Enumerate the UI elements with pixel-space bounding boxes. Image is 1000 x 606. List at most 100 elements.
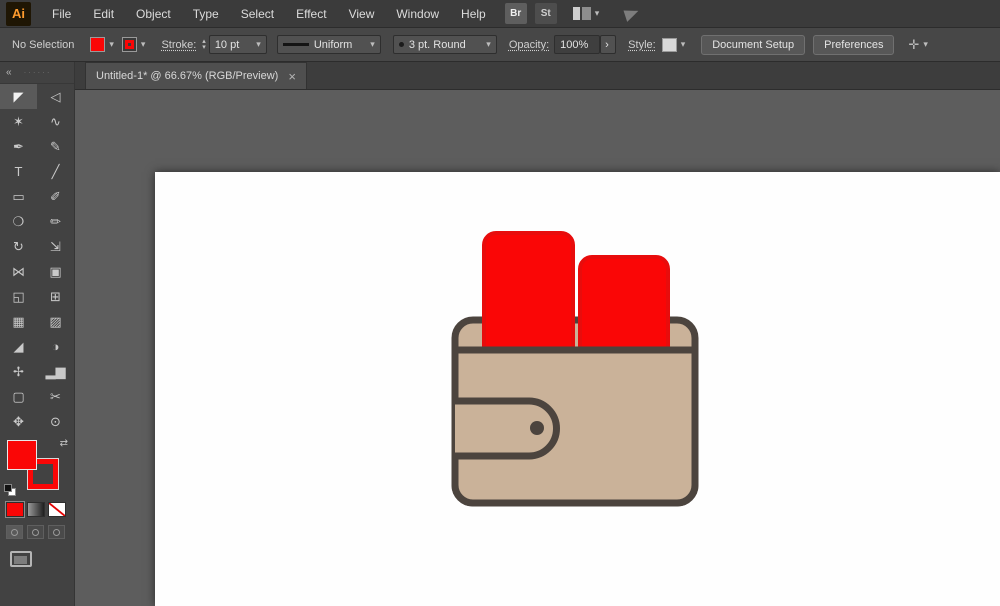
stock-button[interactable]: St [535, 3, 557, 24]
slice-tool[interactable]: ✂ [37, 384, 74, 409]
color-button[interactable] [6, 502, 24, 517]
stroke-weight-stepper[interactable]: ▴ ▾ [202, 39, 206, 51]
menu-window[interactable]: Window [385, 0, 450, 28]
width-tool[interactable]: ⋈ [0, 259, 37, 284]
shape-builder-tool[interactable]: ◱ [0, 284, 37, 309]
menu-file[interactable]: File [41, 0, 82, 28]
draw-behind-button[interactable] [27, 525, 44, 539]
paintbrush-tool[interactable]: ✐ [37, 184, 74, 209]
stepper-down-icon[interactable]: ▾ [202, 45, 206, 51]
none-button[interactable] [48, 502, 66, 517]
scale-tool[interactable]: ⇲ [37, 234, 74, 259]
chevron-down-icon[interactable]: ▾ [681, 39, 686, 50]
chevron-down-icon: ▾ [370, 39, 375, 50]
tools-grid: ◤◁✶∿✒✎T╱▭✐❍✏↻⇲⋈▣◱⊞▦▨◢◑✢▂▆▢✂✥⊙ [0, 84, 74, 434]
tab-bar: Untitled-1* @ 66.67% (RGB/Preview) × [75, 62, 1000, 90]
menu-select[interactable]: Select [230, 0, 285, 28]
fill-stroke-widget: ⇄ [0, 438, 74, 500]
fill-color-swatch[interactable] [90, 37, 105, 52]
opacity-label[interactable]: Opacity: [509, 39, 549, 51]
illustrator-window: Ai FileEditObjectTypeSelectEffectViewWin… [0, 0, 1000, 606]
preferences-button[interactable]: Preferences [813, 35, 894, 55]
perspective-grid-tool[interactable]: ⊞ [37, 284, 74, 309]
chevron-down-icon[interactable]: ▾ [595, 8, 600, 19]
shaper-tool[interactable]: ❍ [0, 209, 37, 234]
style-swatch[interactable] [662, 38, 677, 52]
variable-width-dropdown[interactable]: Uniform ▾ [277, 35, 381, 54]
gradient-tool[interactable]: ▨ [37, 309, 74, 334]
chevron-down-icon: ▾ [486, 39, 491, 50]
menu-effect[interactable]: Effect [285, 0, 337, 28]
menu-view[interactable]: View [338, 0, 386, 28]
stroke-weight-value: 10 pt [215, 39, 239, 51]
width-profile-preview-icon [283, 43, 309, 46]
screen-mode-button[interactable] [10, 551, 32, 567]
chevron-down-icon: ▾ [256, 39, 261, 50]
brush-dropdown[interactable]: 3 pt. Round ▾ [393, 35, 497, 54]
document-setup-button[interactable]: Document Setup [701, 35, 805, 55]
selection-status: No Selection [12, 39, 74, 51]
artboard-tool[interactable]: ▢ [0, 384, 37, 409]
pen-tool[interactable]: ✒ [0, 134, 37, 159]
artboard-surface[interactable] [155, 172, 1000, 606]
stroke-label[interactable]: Stroke: [161, 39, 196, 51]
chevron-down-icon[interactable]: ▾ [923, 39, 928, 50]
magic-wand-tool[interactable]: ✶ [0, 109, 37, 134]
draw-normal-button[interactable] [6, 525, 23, 539]
free-transform-tool[interactable]: ▣ [37, 259, 74, 284]
blend-tool[interactable]: ◑ [37, 334, 74, 359]
stroke-weight-dropdown[interactable]: 10 pt ▾ [209, 35, 267, 54]
tools-panel: « ······ ◤◁✶∿✒✎T╱▭✐❍✏↻⇲⋈▣◱⊞▦▨◢◑✢▂▆▢✂✥⊙ ⇄ [0, 62, 75, 606]
transform-widget-icon[interactable]: ✛ [908, 37, 919, 53]
opacity-flyout-button[interactable]: › [600, 35, 616, 54]
document-tab-title: Untitled-1* @ 66.67% (RGB/Preview) [96, 70, 278, 82]
drag-handle-dots[interactable]: ······ [24, 68, 52, 77]
hand-tool[interactable]: ✥ [0, 409, 37, 434]
type-tool[interactable]: T [0, 159, 37, 184]
app-logo: Ai [6, 2, 31, 26]
zoom-tool[interactable]: ⊙ [37, 409, 74, 434]
column-graph-tool[interactable]: ▂▆ [37, 359, 74, 384]
style-label[interactable]: Style: [628, 39, 656, 51]
menu-help[interactable]: Help [450, 0, 497, 28]
workspace-switcher-icon[interactable] [573, 7, 591, 20]
share-icon[interactable] [624, 6, 641, 22]
rotate-tool[interactable]: ↻ [0, 234, 37, 259]
close-icon[interactable]: × [288, 71, 296, 82]
menu-object[interactable]: Object [125, 0, 182, 28]
direct-selection-tool[interactable]: ◁ [37, 84, 74, 109]
stroke-color-swatch[interactable] [122, 37, 137, 52]
swap-fill-stroke-icon[interactable]: ⇄ [60, 438, 68, 449]
opacity-value: 100% [560, 39, 588, 51]
menu-edit[interactable]: Edit [82, 0, 125, 28]
color-type-buttons [0, 500, 74, 517]
collapse-panel-icon[interactable]: « [6, 67, 12, 78]
document-tab[interactable]: Untitled-1* @ 66.67% (RGB/Preview) × [85, 62, 307, 89]
mesh-tool[interactable]: ▦ [0, 309, 37, 334]
selection-tool[interactable]: ◤ [0, 84, 37, 109]
symbol-sprayer-tool[interactable]: ✢ [0, 359, 37, 384]
opacity-input[interactable]: 100% [554, 35, 600, 54]
pencil-tool[interactable]: ✏ [37, 209, 74, 234]
menu-type[interactable]: Type [182, 0, 230, 28]
gradient-button[interactable] [27, 502, 45, 517]
default-fill-stroke-icon[interactable] [4, 484, 16, 496]
fill-color-indicator[interactable] [7, 440, 37, 470]
tools-panel-header: « ······ [0, 62, 74, 84]
bridge-button[interactable]: Br [505, 3, 527, 24]
draw-inside-button[interactable] [48, 525, 65, 539]
red-card-left[interactable] [484, 233, 573, 363]
width-profile-value: Uniform [314, 39, 353, 51]
canvas-area[interactable] [75, 90, 1000, 606]
strap-button[interactable] [530, 421, 544, 435]
chevron-down-icon[interactable]: ▾ [141, 39, 146, 50]
eyedropper-tool[interactable]: ◢ [0, 334, 37, 359]
brush-preview-icon [399, 42, 404, 47]
chevron-down-icon[interactable]: ▾ [109, 39, 114, 50]
rectangle-tool[interactable]: ▭ [0, 184, 37, 209]
curvature-tool[interactable]: ✎ [37, 134, 74, 159]
lasso-tool[interactable]: ∿ [37, 109, 74, 134]
menubar: Ai FileEditObjectTypeSelectEffectViewWin… [0, 0, 1000, 28]
line-segment-tool[interactable]: ╱ [37, 159, 74, 184]
wallet-artwork [155, 172, 1000, 606]
